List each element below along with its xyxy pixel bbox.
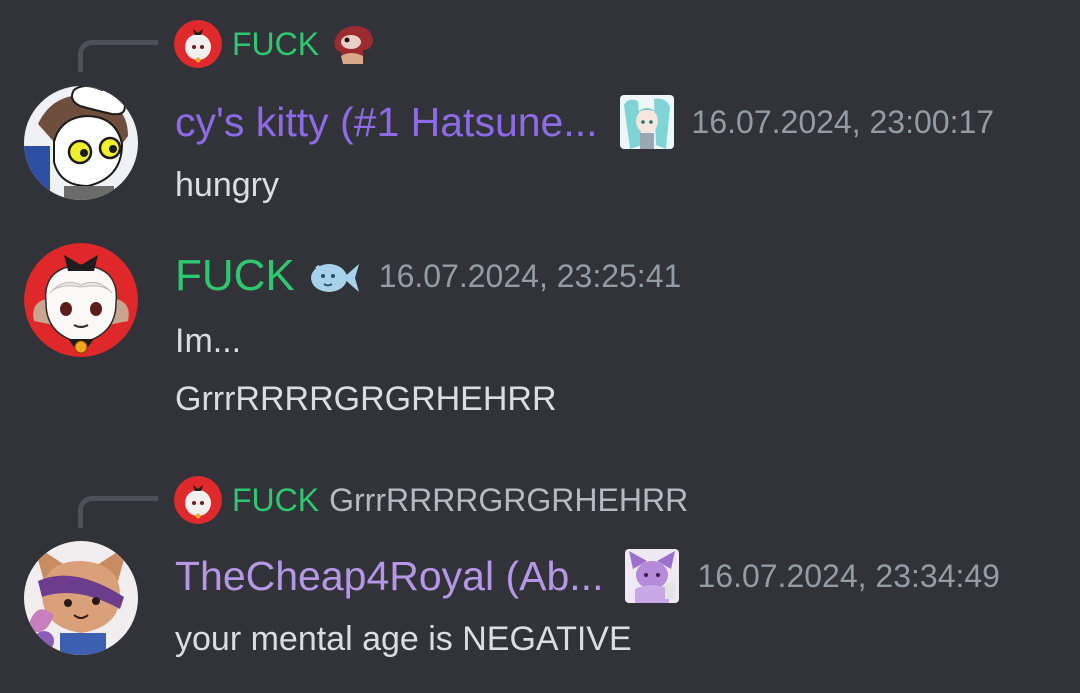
- username[interactable]: cy's kitty (#1 Hatsune...: [175, 101, 598, 143]
- reply-spine: [78, 40, 158, 72]
- cartoon-boy-avatar-icon[interactable]: [24, 86, 138, 200]
- blue-fish-badge-icon[interactable]: [309, 256, 361, 296]
- red-avatar-icon: [174, 20, 222, 68]
- reply-text[interactable]: GrrrRRRRGRGRHEHRR: [329, 484, 688, 516]
- message-line: hungry: [175, 166, 279, 204]
- message-header: FUCK 16.07.2024, 23:25:41: [175, 246, 681, 306]
- red-avatar-icon: [174, 476, 222, 524]
- message-line: GrrrRRRRGRGRHEHRR: [175, 380, 557, 418]
- reply-preview[interactable]: FUCK GrrrRRRRGRGRHEHRR: [174, 476, 688, 524]
- username[interactable]: TheCheap4Royal (Ab...: [175, 555, 603, 597]
- message-line: your mental age is NEGATIVE: [175, 620, 632, 658]
- red-avatar-icon[interactable]: [24, 243, 138, 357]
- message-content: Im... GrrrRRRRGRGRHEHRR: [175, 312, 557, 428]
- reply-spine: [78, 496, 158, 528]
- reply-preview[interactable]: FUCK: [174, 20, 378, 68]
- message-header: cy's kitty (#1 Hatsune... 16.07.2024, 23…: [175, 92, 994, 152]
- purple-cat-avatar-icon[interactable]: [24, 541, 138, 655]
- timestamp: 16.07.2024, 23:00:17: [691, 104, 995, 140]
- reply-author[interactable]: FUCK: [232, 484, 319, 516]
- timestamp: 16.07.2024, 23:25:41: [378, 258, 682, 294]
- message-header: TheCheap4Royal (Ab... 16.07.2024, 23:34:…: [175, 546, 1000, 606]
- purple-character-badge-icon[interactable]: [625, 549, 680, 603]
- reply-author[interactable]: FUCK: [232, 28, 319, 60]
- hatsune-miku-badge-icon[interactable]: [619, 95, 674, 149]
- red-creature-emoji-icon: [329, 20, 378, 68]
- message-line: Im...: [175, 322, 242, 360]
- message-content: hungry: [175, 156, 279, 214]
- username[interactable]: FUCK: [175, 254, 295, 298]
- timestamp: 16.07.2024, 23:34:49: [697, 558, 1000, 594]
- message-content: your mental age is NEGATIVE: [175, 610, 632, 668]
